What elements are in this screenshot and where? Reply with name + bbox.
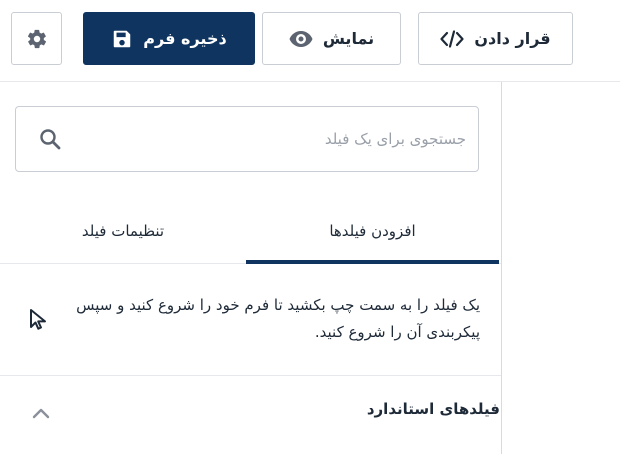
standard-fields-section-header[interactable]: فیلدهای استاندارد — [0, 376, 501, 448]
embed-button-label: قرار دادن — [474, 29, 551, 48]
chevron-up-icon[interactable] — [32, 404, 50, 423]
standard-fields-title: فیلدهای استاندارد — [366, 400, 500, 418]
drag-hint-text: یک فیلد را به سمت چپ بکشید تا فرم خود را… — [76, 296, 480, 341]
drag-hint: یک فیلد را به سمت چپ بکشید تا فرم خود را… — [0, 264, 501, 376]
save-button-label: ذخیره فرم — [143, 29, 227, 48]
settings-button[interactable] — [11, 12, 62, 65]
tab-field-settings[interactable]: تنظیمات فیلد — [0, 198, 246, 264]
preview-button-label: نمایش — [322, 29, 375, 48]
embed-button[interactable]: قرار دادن — [418, 12, 573, 65]
eye-icon — [289, 30, 313, 48]
tab-add-fields-label: افزودن فیلدها — [329, 222, 416, 240]
code-icon — [440, 29, 464, 48]
mouse-pointer-icon — [28, 307, 48, 335]
floppy-disk-icon — [111, 28, 133, 50]
tab-add-fields[interactable]: افزودن فیلدها — [246, 198, 499, 264]
tab-field-settings-label: تنظیمات فیلد — [81, 222, 165, 240]
field-search-input[interactable] — [82, 107, 466, 171]
preview-button[interactable]: نمایش — [262, 12, 401, 65]
field-search-box — [15, 106, 479, 172]
top-toolbar: ذخیره فرم نمایش قرار دادن — [0, 0, 620, 82]
save-form-button[interactable]: ذخیره فرم — [83, 12, 255, 65]
search-icon[interactable] — [38, 127, 62, 155]
panel-divider — [501, 82, 502, 454]
gear-icon — [26, 28, 48, 50]
field-tabs: افزودن فیلدها تنظیمات فیلد — [0, 198, 501, 264]
